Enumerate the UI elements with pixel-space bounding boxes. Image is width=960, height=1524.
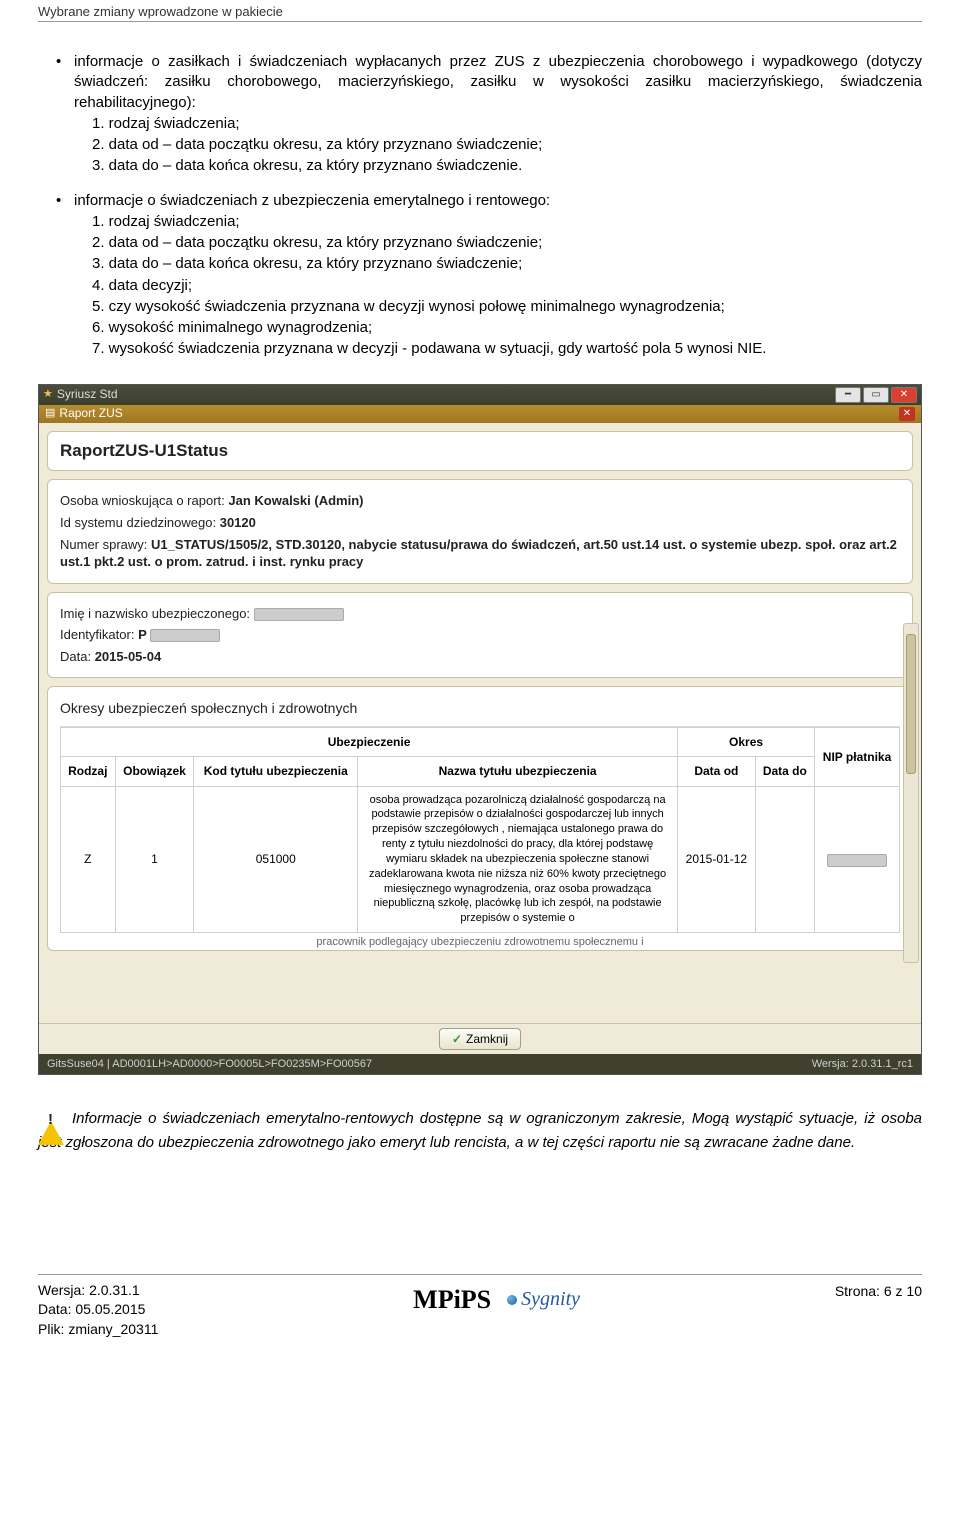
list-item: 6. wysokość minimalnego wynagrodzenia; (92, 318, 922, 338)
list-item: 5. czy wysokość świadczenia przyznana w … (92, 297, 922, 317)
cell-nazwa: osoba prowadząca pozarolniczą działalnoś… (358, 786, 678, 933)
tab-close-icon[interactable]: ✕ (899, 407, 915, 421)
close-button[interactable]: ✕ (891, 387, 917, 403)
tab-title[interactable]: Raport ZUS (59, 405, 122, 421)
th-period: Okres (678, 728, 815, 757)
cell-datado (755, 786, 814, 933)
list-item: 3. data do – data końca okresu, za który… (92, 254, 922, 274)
report-title: RaportZUS-U1Status (60, 440, 900, 463)
sygnity-logo: Sygnity (507, 1288, 580, 1311)
close-label: Zamknij (466, 1032, 508, 1046)
footer-center: MPiPS Sygnity (413, 1285, 580, 1315)
close-report-button[interactable]: ✓ Zamknij (439, 1028, 521, 1050)
th-obowiazek: Obowiązek (115, 757, 194, 786)
cell-nip (815, 786, 900, 933)
window-titlebar[interactable]: ★ Syriusz Std ━ ▭ ✕ (39, 385, 921, 405)
check-icon: ✓ (452, 1032, 462, 1046)
button-bar: ✓ Zamknij (39, 1023, 921, 1054)
status-left: GitsSuse04 | AD0001LH>AD0000>FO0005L>FO0… (47, 1057, 372, 1072)
scrollbar[interactable] (903, 623, 919, 963)
bullet-1: • informacje o zasiłkach i świadczeniach… (56, 52, 922, 177)
footer-page-number: Strona: 6 z 10 (835, 1281, 922, 1299)
redacted-id (150, 629, 220, 642)
redacted-nip (827, 854, 887, 867)
star-icon: ★ (43, 387, 53, 402)
cell-obow: 1 (115, 786, 194, 933)
requester-value: Jan Kowalski (Admin) (228, 493, 363, 508)
maximize-button[interactable]: ▭ (863, 387, 889, 403)
periods-panel: Okresy ubezpieczeń społecznych i zdrowot… (47, 686, 913, 951)
table-row: Z 1 051000 osoba prowadząca pozarolniczą… (61, 786, 900, 933)
status-right: Wersja: 2.0.31.1_rc1 (812, 1057, 913, 1072)
report-title-panel: RaportZUS-U1Status (47, 431, 913, 472)
main-content: • informacje o zasiłkach i świadczeniach… (38, 52, 922, 1154)
bullet-icon: • (56, 191, 74, 211)
footer-date: Data: 05.05.2015 (38, 1300, 158, 1320)
date-label: Data: (60, 649, 91, 664)
app-body: RaportZUS-U1Status Osoba wnioskująca o r… (39, 423, 921, 1023)
note-block: Informacje o świadczeniach emerytalno-re… (38, 1105, 922, 1153)
system-id-value: 30120 (220, 515, 256, 530)
list-item: 4. data decyzji; (92, 276, 922, 296)
person-id-label: Identyfikator: (60, 627, 134, 642)
scrollbar-thumb[interactable] (906, 634, 916, 774)
person-id-prefix: P (138, 627, 147, 642)
header-rule (38, 21, 922, 22)
note-text: Informacje o świadczeniach emerytalno-re… (38, 1110, 922, 1151)
bullet-2-intro: informacje o świadczeniach z ubezpieczen… (74, 191, 922, 211)
requester-panel: Osoba wnioskująca o raport: Jan Kowalski… (47, 479, 913, 583)
doc-header: Wybrane zmiany wprowadzone w pakiecie (38, 0, 922, 21)
list-item: 2. data od – data początku okresu, za kt… (92, 233, 922, 253)
bullet-1-intro: informacje o zasiłkach i świadczeniach w… (74, 52, 922, 113)
app-window: ★ Syriusz Std ━ ▭ ✕ ▤ Raport ZUS ✕ Rapor… (38, 384, 922, 1076)
cell-dataod: 2015-01-12 (678, 786, 756, 933)
periods-table: Ubezpieczenie Okres NIP płatnika Rodzaj … (60, 727, 900, 933)
list-item: 2. data od – data początku okresu, za kt… (92, 135, 922, 155)
periods-heading: Okresy ubezpieczeń społecznych i zdrowot… (60, 699, 900, 718)
th-nip: NIP płatnika (815, 728, 900, 786)
status-bar: GitsSuse04 | AD0001LH>AD0000>FO0005L>FO0… (39, 1054, 921, 1075)
th-insurance: Ubezpieczenie (61, 728, 678, 757)
document-icon: ▤ (45, 406, 55, 421)
list-item: 1. rodzaj świadczenia; (92, 212, 922, 232)
th-kod: Kod tytułu ubezpieczenia (194, 757, 358, 786)
bullet-icon: • (56, 52, 74, 72)
minimize-button[interactable]: ━ (835, 387, 861, 403)
list-item: 7. wysokość świadczenia przyznana w decy… (92, 339, 922, 359)
cell-rodzaj: Z (61, 786, 116, 933)
sygnity-dot-icon (507, 1295, 517, 1305)
case-number-label: Numer sprawy: (60, 537, 147, 552)
warning-icon (38, 1103, 66, 1131)
date-value: 2015-05-04 (95, 649, 162, 664)
mpips-logo: MPiPS (413, 1285, 491, 1315)
bullet-2: • informacje o świadczeniach z ubezpiecz… (56, 191, 922, 360)
case-number-value: U1_STATUS/1505/2, STD.30120, nabycie sta… (60, 537, 897, 570)
cell-kod: 051000 (194, 786, 358, 933)
th-data-od: Data od (678, 757, 756, 786)
person-name-label: Imię i nazwisko ubezpieczonego: (60, 606, 250, 621)
redacted-name (254, 608, 344, 621)
sygnity-text: Sygnity (521, 1288, 580, 1311)
th-nazwa: Nazwa tytułu ubezpieczenia (358, 757, 678, 786)
page-footer: Wersja: 2.0.31.1 Data: 05.05.2015 Plik: … (38, 1274, 922, 1360)
truncated-row: pracownik podlegający ubezpieczeniu zdro… (60, 933, 900, 950)
list-item: 3. data do – data końca okresu, za który… (92, 156, 922, 176)
system-id-label: Id systemu dziedzinowego: (60, 515, 216, 530)
th-data-do: Data do (755, 757, 814, 786)
requester-label: Osoba wnioskująca o raport: (60, 493, 225, 508)
footer-version: Wersja: 2.0.31.1 (38, 1281, 158, 1301)
footer-left: Wersja: 2.0.31.1 Data: 05.05.2015 Plik: … (38, 1281, 158, 1340)
person-panel: Imię i nazwisko ubezpieczonego: Identyfi… (47, 592, 913, 679)
th-rodzaj: Rodzaj (61, 757, 116, 786)
window-title: Syriusz Std (57, 386, 118, 402)
list-item: 1. rodzaj świadczenia; (92, 114, 922, 134)
footer-file: Plik: zmiany_20311 (38, 1320, 158, 1340)
tab-bar: ▤ Raport ZUS ✕ (39, 405, 921, 423)
